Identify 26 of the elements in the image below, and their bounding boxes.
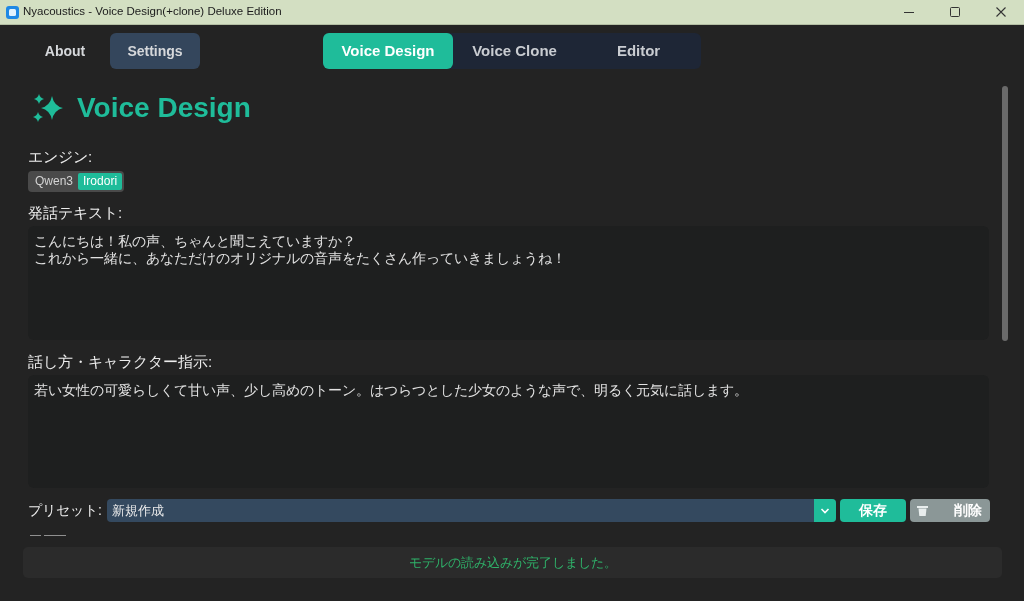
status-text: モデルの読み込みが完了しました。 bbox=[408, 553, 617, 572]
tab[interactable]: Voice Clone bbox=[452, 33, 577, 69]
tab[interactable]: Editor bbox=[576, 33, 701, 69]
preset-dropdown[interactable]: 新規作成 bbox=[107, 499, 836, 522]
scrollbar-thumb[interactable] bbox=[1002, 86, 1008, 341]
maximize-icon[interactable] bbox=[950, 7, 960, 17]
field-label: エンジン: bbox=[28, 148, 93, 166]
app-icon bbox=[6, 5, 19, 19]
trash-icon bbox=[917, 505, 928, 516]
text-area[interactable]: こんにちは！私の声、ちゃんと聞こえていますか？ これから一緒に、あなただけのオリジナルの音声をたくさん作っていきましょうね！ bbox=[28, 226, 989, 340]
minimize-icon[interactable] bbox=[904, 11, 914, 13]
window-title: Nyacoustics - Voice Design(+clone) Deluxe Edition bbox=[23, 4, 282, 20]
field-label: 話し方・キャラクター指示: bbox=[28, 353, 213, 371]
page-title: Voice Design bbox=[77, 91, 251, 125]
field-label: 発話テキスト: bbox=[28, 204, 123, 222]
nav-button[interactable]: About bbox=[28, 33, 102, 69]
sparkle-icon bbox=[32, 93, 64, 123]
nav-button[interactable]: Settings bbox=[110, 33, 200, 69]
text-area[interactable]: 若い女性の可愛らしくて甘い声、少し高めのトーン。はつらつとした少女のような声で、明るく元気に話します。 bbox=[28, 375, 989, 488]
info-text: — —— bbox=[30, 528, 67, 540]
close-icon[interactable] bbox=[996, 7, 1006, 17]
chevron-icon bbox=[814, 499, 836, 522]
segment-option[interactable]: Qwen3 bbox=[30, 173, 79, 190]
text-line: こんにちは！私の声、ちゃんと聞こえていますか？ bbox=[34, 233, 356, 250]
field-label: プリセット: bbox=[28, 501, 103, 520]
text-line: これから一緒に、あなただけのオリジナルの音声をたくさん作っていきましょうね！ bbox=[34, 250, 566, 267]
